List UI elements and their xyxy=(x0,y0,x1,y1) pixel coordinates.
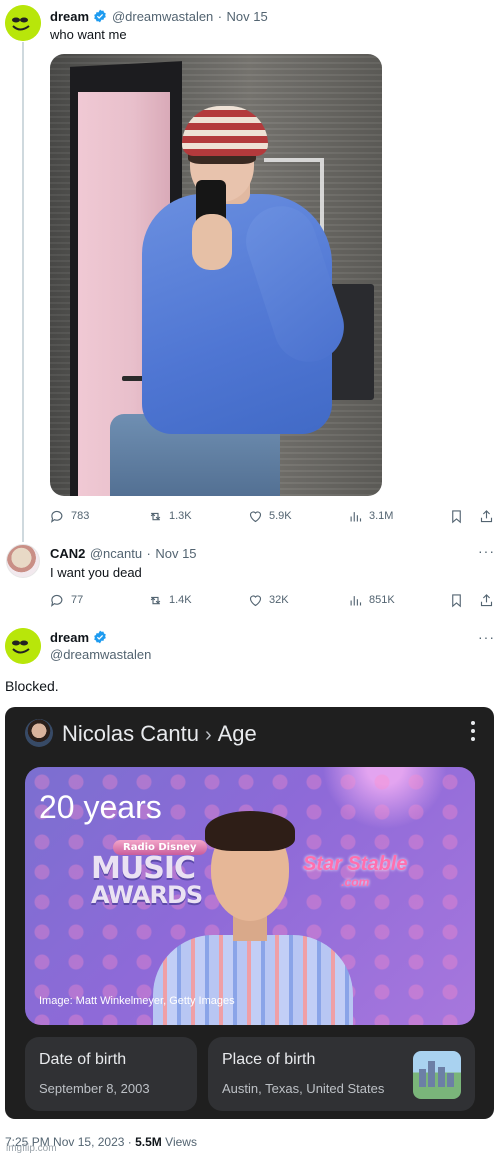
views-button[interactable]: 851K xyxy=(348,593,395,608)
more-options-icon[interactable]: ··· xyxy=(478,543,495,559)
breadcrumb-separator: › xyxy=(204,724,212,746)
panel-title: Nicolas Cantu › Age xyxy=(62,721,257,747)
views-label: Views xyxy=(165,1135,197,1149)
image-credit: Image: Matt Winkelmeyer, Getty Images xyxy=(39,995,235,1007)
pob-value: Austin, Texas, United States xyxy=(222,1081,385,1096)
reply-count: 77 xyxy=(71,594,84,606)
separator-dot: · xyxy=(146,546,151,561)
tweet-text: I want you dead xyxy=(50,565,142,580)
author-handle[interactable]: @dreamwastalen xyxy=(112,9,213,24)
panel-attribute: Age xyxy=(217,721,257,746)
subject-image[interactable]: Radio Disney MUSIC AWARDS Star Stable .c… xyxy=(25,767,475,1025)
analytics-icon xyxy=(350,595,362,605)
heart-icon xyxy=(249,594,262,606)
avatar[interactable] xyxy=(6,544,40,578)
views-button[interactable]: 3.1M xyxy=(348,509,393,524)
bookmark-icon xyxy=(452,593,461,607)
avatar[interactable] xyxy=(5,5,41,41)
reply-icon xyxy=(51,510,63,523)
verified-badge-icon xyxy=(94,630,107,644)
analytics-icon xyxy=(350,511,362,521)
separator-dot: · xyxy=(217,9,223,24)
imgflip-watermark: imgflip.com xyxy=(6,1143,57,1154)
share-button[interactable] xyxy=(479,509,494,524)
age-value: 20 years xyxy=(39,789,162,825)
total-views-count: 5.5M xyxy=(135,1135,162,1149)
view-count: 3.1M xyxy=(369,510,394,522)
tweet-photo[interactable] xyxy=(50,54,382,496)
reply-button[interactable]: 77 xyxy=(50,593,83,608)
retweet-icon xyxy=(150,512,161,520)
author-name[interactable]: CAN2 xyxy=(50,546,85,561)
bookmark-button[interactable] xyxy=(449,593,464,608)
author-name[interactable]: dream xyxy=(50,9,89,24)
thread-line xyxy=(22,42,24,542)
tweet-text: who want me xyxy=(50,27,127,42)
share-icon xyxy=(480,593,493,606)
dream-mask-icon xyxy=(5,5,41,41)
like-count: 32K xyxy=(269,594,289,606)
share-button[interactable] xyxy=(479,593,494,608)
dream-mask-icon xyxy=(5,628,41,664)
dob-value: September 8, 2003 xyxy=(39,1081,150,1096)
heart-icon xyxy=(249,510,262,522)
reply-button[interactable]: 783 xyxy=(50,509,89,524)
like-button[interactable]: 5.9K xyxy=(248,509,292,524)
like-count: 5.9K xyxy=(269,510,292,522)
tweet-date[interactable]: Nov 15 xyxy=(155,546,196,561)
retweet-icon xyxy=(150,596,161,604)
like-button[interactable]: 32K xyxy=(248,593,289,608)
place-of-birth-card[interactable]: Place of birth Austin, Texas, United Sta… xyxy=(208,1037,475,1111)
subject-thumbnail xyxy=(25,719,53,747)
view-count: 851K xyxy=(369,594,395,606)
retweet-button[interactable]: 1.3K xyxy=(148,509,192,524)
tweet-full-date[interactable]: Nov 15, 2023 xyxy=(53,1135,124,1149)
bookmark-button[interactable] xyxy=(449,509,464,524)
reply-count: 783 xyxy=(71,510,90,522)
author-handle[interactable]: @dreamwastalen xyxy=(50,647,151,662)
author-name[interactable]: dream xyxy=(50,630,89,645)
dob-label: Date of birth xyxy=(39,1051,127,1068)
pob-label: Place of birth xyxy=(222,1051,316,1068)
retweet-button[interactable]: 1.4K xyxy=(148,593,192,608)
tweet-text: Blocked. xyxy=(5,678,59,694)
tweet-date[interactable]: Nov 15 xyxy=(227,9,268,24)
separator-dot: · xyxy=(127,1135,132,1149)
retweet-count: 1.4K xyxy=(169,594,192,606)
city-thumbnail xyxy=(413,1051,461,1099)
knowledge-panel[interactable]: Nicolas Cantu › Age Radio Disney MUSIC AWA… xyxy=(5,707,494,1119)
author-handle[interactable]: @ncantu xyxy=(90,546,142,561)
verified-badge-icon xyxy=(94,9,107,23)
reply-icon xyxy=(51,594,63,607)
radio-disney-logo: Radio Disney MUSIC AWARDS xyxy=(91,835,207,907)
share-icon xyxy=(480,509,493,522)
retweet-count: 1.3K xyxy=(169,510,192,522)
panel-subject[interactable]: Nicolas Cantu xyxy=(62,721,199,746)
more-options-icon[interactable]: ··· xyxy=(478,629,495,645)
bookmark-icon xyxy=(452,509,461,523)
avatar[interactable] xyxy=(5,628,41,664)
more-vert-icon[interactable] xyxy=(470,721,476,745)
star-stable-logo: Star Stable .com xyxy=(303,853,408,889)
date-of-birth-card[interactable]: Date of birth September 8, 2003 xyxy=(25,1037,197,1111)
